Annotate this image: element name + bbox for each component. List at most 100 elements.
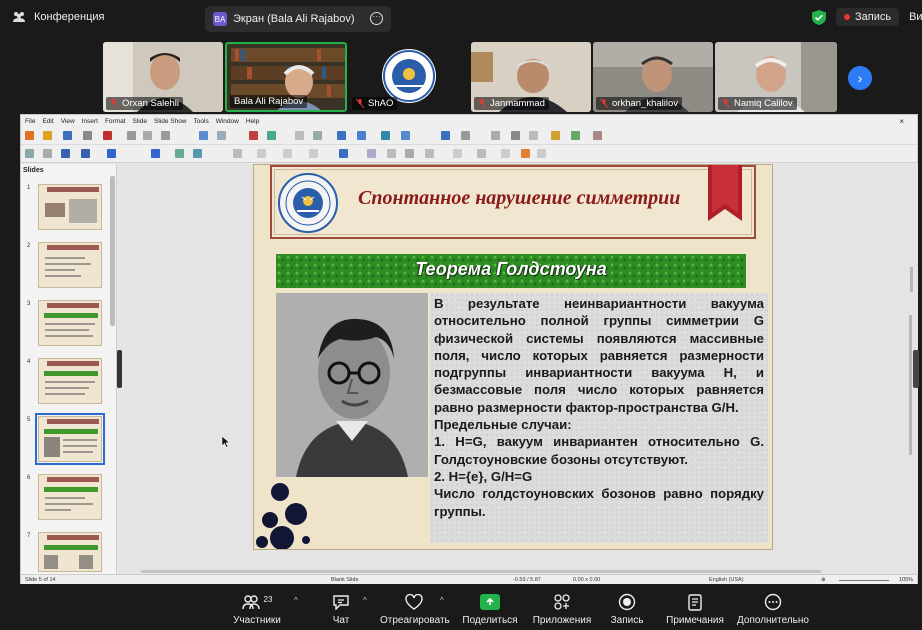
save-icon[interactable] xyxy=(63,131,72,140)
arrange-icon[interactable] xyxy=(425,149,434,158)
slide-thumbnail-3[interactable]: 3 xyxy=(27,300,102,346)
participant-tile[interactable]: Orxan Salehli xyxy=(103,42,223,112)
start-slideshow-icon[interactable] xyxy=(551,131,560,140)
view-button[interactable]: Вид xyxy=(909,11,922,23)
symbol-shapes-icon[interactable] xyxy=(257,149,266,158)
zoom-pan-icon[interactable] xyxy=(43,149,52,158)
slide-thumbnail-5-selected[interactable]: 5 xyxy=(27,413,105,465)
menu-help[interactable]: Help xyxy=(246,118,259,125)
cut-icon[interactable] xyxy=(127,131,136,140)
grid-icon[interactable] xyxy=(295,131,304,140)
media-icon[interactable] xyxy=(381,131,390,140)
print-icon[interactable] xyxy=(103,131,112,140)
pencil-icon[interactable] xyxy=(521,149,530,158)
react-button[interactable]: Отреагировать xyxy=(380,592,450,626)
copy-icon[interactable] xyxy=(143,131,152,140)
participant-tile[interactable]: ShAO xyxy=(349,42,469,112)
autocorrect-icon[interactable] xyxy=(267,131,276,140)
basic-shapes-icon[interactable] xyxy=(233,149,242,158)
menu-insert[interactable]: Insert xyxy=(82,118,98,125)
participant-tile[interactable]: Janmammad xyxy=(471,42,591,112)
menu-view[interactable]: View xyxy=(61,118,75,125)
share-button[interactable]: Поделиться xyxy=(462,592,518,626)
menu-slide[interactable]: Slide xyxy=(133,118,147,125)
line-color-icon[interactable] xyxy=(61,149,70,158)
participant-tile[interactable]: Namiq Calilov xyxy=(715,42,837,112)
react-caret-icon[interactable]: ^ xyxy=(440,596,444,605)
participants-caret-icon[interactable]: ^ xyxy=(294,596,298,605)
text-box-icon[interactable] xyxy=(401,131,410,140)
more-button[interactable]: Дополнительно xyxy=(736,592,810,626)
hyperlink-icon[interactable] xyxy=(491,131,500,140)
slide-layout-icon[interactable] xyxy=(593,131,602,140)
close-document-icon[interactable]: × xyxy=(899,117,904,126)
shadow-icon[interactable] xyxy=(453,149,462,158)
spelling-icon[interactable] xyxy=(249,131,258,140)
participants-button[interactable]: 23 Участники xyxy=(232,592,282,627)
slide-body-text[interactable]: В результате неинвариантности вакуума от… xyxy=(430,293,768,543)
comment-icon[interactable] xyxy=(511,131,520,140)
flowchart-icon[interactable] xyxy=(309,149,318,158)
header-footer-icon[interactable] xyxy=(529,131,538,140)
new-icon[interactable] xyxy=(25,131,34,140)
menu-tools[interactable]: Tools xyxy=(194,118,209,125)
curve-icon[interactable] xyxy=(175,149,184,158)
security-shield-icon[interactable] xyxy=(812,9,826,25)
redo-icon[interactable] xyxy=(217,131,226,140)
current-slide[interactable]: Спонтанное нарушение симметрии Теорема Г… xyxy=(253,164,773,550)
conference-menu[interactable]: Конференция xyxy=(12,11,104,23)
select-icon[interactable] xyxy=(25,149,34,158)
align-icon[interactable] xyxy=(405,149,414,158)
rotate-icon[interactable] xyxy=(387,149,396,158)
slide-thumbnail-4[interactable]: 4 xyxy=(27,358,102,404)
export-pdf-icon[interactable] xyxy=(83,131,92,140)
display-views-icon[interactable] xyxy=(313,131,322,140)
fill-color-icon[interactable] xyxy=(81,149,90,158)
open-icon[interactable] xyxy=(43,131,52,140)
slide-title-frame[interactable]: Спонтанное нарушение симметрии xyxy=(270,165,756,239)
paste-icon[interactable] xyxy=(161,131,170,140)
fontwork-icon[interactable] xyxy=(461,131,470,140)
crop-icon[interactable] xyxy=(477,149,486,158)
slide-thumbnail-2[interactable]: 2 xyxy=(27,242,102,288)
toggle-extrusion-icon[interactable] xyxy=(537,149,546,158)
participant-tile[interactable]: orkhan_khalilov xyxy=(593,42,713,112)
fit-slide-icon[interactable]: ⊕ xyxy=(821,577,826,583)
notes-button[interactable]: Примечания xyxy=(664,592,726,626)
menu-edit[interactable]: Edit xyxy=(42,118,53,125)
image-icon[interactable] xyxy=(357,131,366,140)
slides-pane-scrollbar[interactable] xyxy=(110,176,115,326)
filter-icon[interactable] xyxy=(501,149,510,158)
menu-format[interactable]: Format xyxy=(105,118,126,125)
subtitle-band[interactable]: Теорема Голдстоуна xyxy=(276,254,746,288)
line-icon[interactable] xyxy=(107,149,116,158)
table-icon[interactable] xyxy=(337,131,346,140)
menu-slide-show[interactable]: Slide Show xyxy=(154,118,187,125)
record-button[interactable]: Запись xyxy=(606,592,648,626)
more-options-icon[interactable]: ··· xyxy=(370,12,383,25)
connector-icon[interactable] xyxy=(193,149,202,158)
menu-file[interactable]: File xyxy=(25,118,35,125)
block-arrows-icon[interactable] xyxy=(283,149,292,158)
vertical-scrollbar-up[interactable] xyxy=(910,267,913,292)
chat-caret-icon[interactable]: ^ xyxy=(363,596,367,605)
recording-indicator[interactable]: Запись xyxy=(836,8,900,26)
left-resize-handle[interactable] xyxy=(117,350,122,388)
points-icon[interactable] xyxy=(367,149,376,158)
right-resize-handle[interactable] xyxy=(913,350,919,388)
participant-tile-active[interactable]: Bala Ali Rajabov xyxy=(225,42,347,112)
next-participants-button[interactable]: › xyxy=(848,66,872,90)
goldstone-portrait-photo[interactable] xyxy=(276,293,428,477)
slide-editing-area[interactable]: Спонтанное нарушение симметрии Теорема Г… xyxy=(118,164,918,574)
horizontal-scrollbar[interactable] xyxy=(141,570,821,573)
arrow-icon[interactable] xyxy=(151,149,160,158)
slide-thumbnail-1[interactable]: 1 xyxy=(27,184,102,230)
chart-icon[interactable] xyxy=(441,131,450,140)
slide-thumbnail-6[interactable]: 6 xyxy=(27,474,102,520)
zoom-level[interactable]: 105% xyxy=(899,577,913,583)
new-slide-icon[interactable] xyxy=(571,131,580,140)
vertical-scrollbar[interactable] xyxy=(909,315,912,455)
zoom-slider[interactable] xyxy=(839,580,889,581)
apps-button[interactable]: Приложения xyxy=(532,592,592,626)
slide-thumbnail-7[interactable]: 7 xyxy=(27,532,102,572)
